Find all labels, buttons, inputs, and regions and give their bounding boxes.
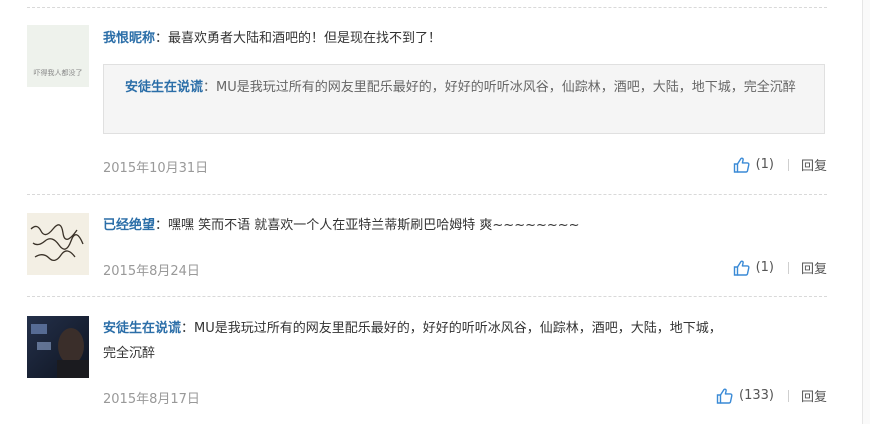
like-count[interactable]: (1) — [756, 157, 774, 172]
comment-author-link[interactable]: 已经绝望 — [103, 218, 155, 233]
thumbs-up-icon[interactable] — [733, 259, 751, 277]
avatar-image — [27, 213, 89, 275]
reply-button[interactable]: 回复 — [801, 386, 827, 405]
comment-text: ：嘿嘿 笑而不语 就喜欢一个人在亚特兰蒂斯刷巴哈姆特 爽~~~~~~~~ — [155, 218, 580, 233]
quoted-comment: 安徒生在说谎：MU是我玩过所有的网友里配乐最好的，好好的听听冰风谷，仙踪林，酒吧… — [103, 64, 825, 134]
comment-date: 2015年8月17日 — [103, 392, 200, 407]
comment-divider — [27, 194, 827, 195]
thumbs-up-icon[interactable] — [716, 387, 734, 405]
quoted-text: ：MU是我玩过所有的网友里配乐最好的，好好的听听冰风谷，仙踪林，酒吧，大陆，地下… — [203, 80, 796, 95]
avatar-image — [27, 316, 89, 378]
comment-actions: (1) 回复 — [733, 258, 827, 277]
comment-body: 已经绝望：嘿嘿 笑而不语 就喜欢一个人在亚特兰蒂斯刷巴哈姆特 爽~~~~~~~~ — [103, 213, 580, 238]
action-divider — [787, 261, 789, 274]
comment-author-link[interactable]: 安徒生在说谎 — [103, 321, 181, 336]
reply-button[interactable]: 回复 — [801, 258, 827, 277]
top-divider — [27, 7, 827, 8]
comment-actions: (133) 回复 — [716, 386, 827, 405]
avatar-image: 吓得我人都没了 — [27, 25, 89, 87]
thumbs-up-icon[interactable] — [733, 156, 751, 174]
comment-text: ：最喜欢勇者大陆和酒吧的！但是现在找不到了！ — [155, 31, 442, 46]
action-divider — [787, 158, 789, 171]
avatar[interactable] — [27, 316, 89, 378]
quoted-comment-body: 安徒生在说谎：MU是我玩过所有的网友里配乐最好的，好好的听听冰风谷，仙踪林，酒吧… — [125, 75, 808, 101]
comment-author-link[interactable]: 我恨昵称 — [103, 31, 155, 46]
like-count[interactable]: (133) — [739, 388, 774, 403]
comment-date: 2015年8月24日 — [103, 264, 200, 279]
avatar-caption: 吓得我人都没了 — [34, 68, 83, 77]
comment-text-continued: 完全沉醉 — [103, 346, 156, 361]
quoted-author-link[interactable]: 安徒生在说谎 — [125, 80, 203, 95]
comment-body: 安徒生在说谎：MU是我玩过所有的网友里配乐最好的，好好的听听冰风谷，仙踪林，酒吧… — [103, 316, 722, 366]
like-count[interactable]: (1) — [756, 260, 774, 275]
reply-button[interactable]: 回复 — [801, 155, 827, 174]
comment-divider — [27, 296, 827, 297]
comment-body: 我恨昵称：最喜欢勇者大陆和酒吧的！但是现在找不到了！ — [103, 26, 441, 51]
comment-text: ：MU是我玩过所有的网友里配乐最好的，好好的听听冰风谷，仙踪林，酒吧，大陆，地下… — [181, 321, 722, 336]
comment-date: 2015年10月31日 — [103, 161, 209, 176]
scrollbar-track[interactable] — [862, 0, 870, 424]
action-divider — [787, 389, 789, 402]
avatar[interactable]: 吓得我人都没了 — [27, 25, 89, 87]
comment-actions: (1) 回复 — [733, 155, 827, 174]
avatar[interactable] — [27, 213, 89, 275]
